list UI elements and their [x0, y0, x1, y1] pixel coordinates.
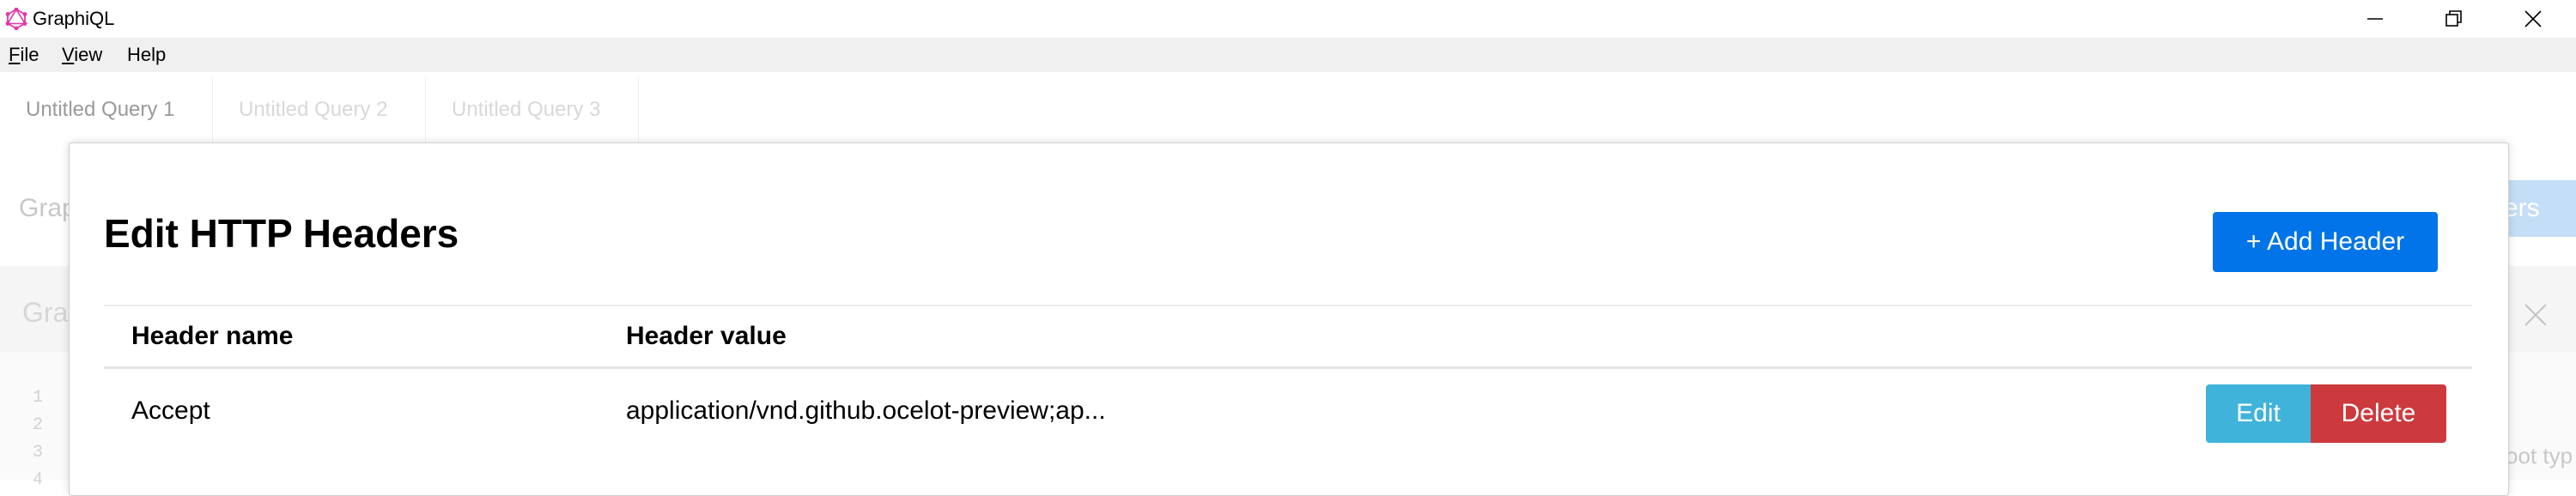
table-header-row: Header name Header value — [104, 305, 2472, 369]
column-header-value: Header value — [626, 322, 787, 350]
close-window-button[interactable] — [2499, 0, 2567, 38]
background-toolbar-title: Grap — [19, 194, 76, 222]
table-row: Accept application/vnd.github.ocelot-pre… — [104, 369, 2472, 458]
line-number: 2 — [33, 415, 44, 435]
close-icon — [2524, 10, 2542, 27]
pane-close-icon — [2524, 304, 2547, 326]
background-hint-text: oot typ — [2506, 443, 2573, 469]
menu-help[interactable]: Help — [127, 43, 166, 67]
edit-headers-modal: Edit HTTP Headers + Add Header Header na… — [69, 142, 2509, 496]
headers-table: Header name Header value Accept applicat… — [104, 305, 2472, 458]
tab-untitled-query-1[interactable]: Untitled Query 1 — [0, 77, 213, 142]
header-value-cell: application/vnd.github.ocelot-preview;ap… — [626, 396, 1106, 425]
tab-untitled-query-3[interactable]: Untitled Query 3 — [426, 77, 639, 142]
modal-title: Edit HTTP Headers — [104, 211, 459, 256]
background-pane-title: Gra — [22, 297, 69, 328]
column-header-name: Header name — [131, 322, 294, 350]
header-name-cell: Accept — [131, 396, 210, 425]
line-number: 1 — [33, 388, 44, 408]
query-tabs: Untitled Query 1 Untitled Query 2 Untitl… — [0, 77, 653, 142]
line-number: 3 — [33, 443, 44, 463]
minimize-button[interactable] — [2341, 0, 2409, 38]
add-header-button[interactable]: + Add Header — [2213, 212, 2438, 272]
restore-button[interactable] — [2420, 0, 2488, 38]
graphql-logo-icon — [5, 8, 27, 30]
restore-icon — [2445, 10, 2462, 27]
menu-bar: File View Help — [0, 38, 2576, 72]
window-title: GraphiQL — [33, 8, 115, 29]
delete-header-button[interactable]: Delete — [2311, 384, 2446, 443]
menu-file[interactable]: File — [9, 43, 39, 67]
minimize-icon — [2367, 18, 2383, 20]
title-bar: GraphiQL — [0, 0, 2576, 38]
tab-untitled-query-2[interactable]: Untitled Query 2 — [213, 77, 426, 142]
background-headers-button: ers — [2507, 180, 2576, 237]
edit-header-button[interactable]: Edit — [2206, 384, 2311, 443]
line-number: 4 — [33, 470, 44, 490]
menu-view[interactable]: View — [62, 43, 102, 67]
